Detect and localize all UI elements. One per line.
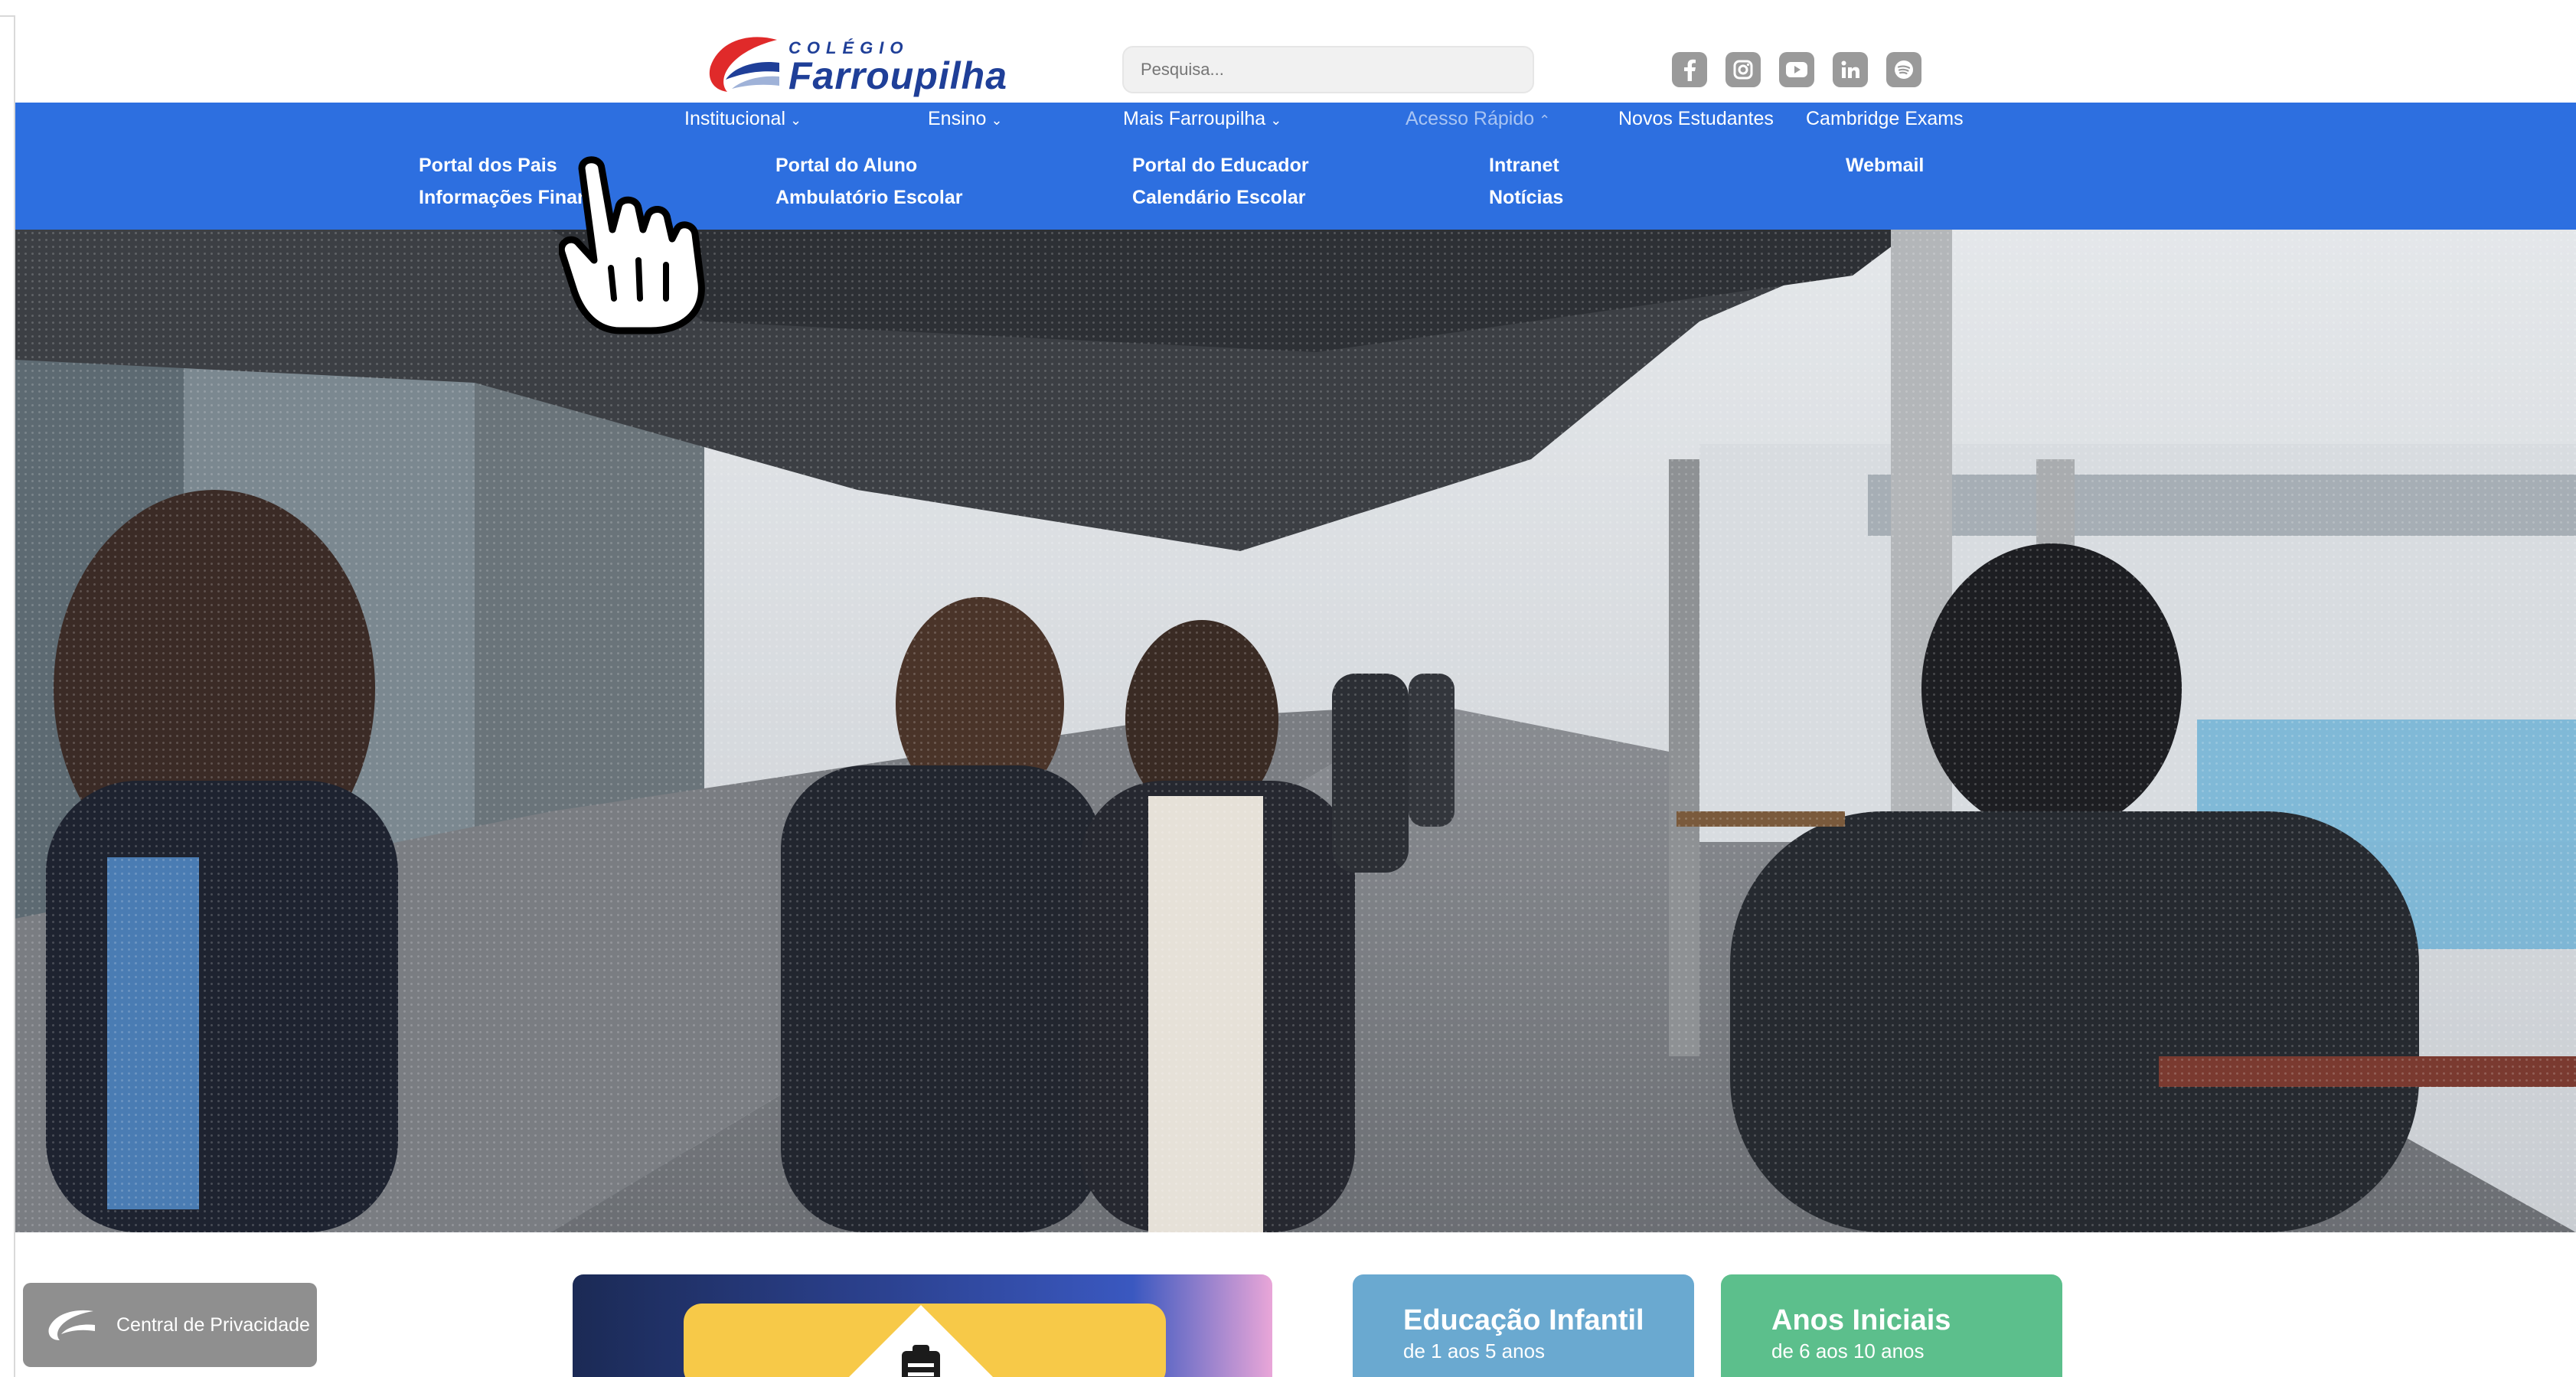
nav-ensino[interactable]: Ensino ⌄: [928, 103, 1003, 135]
link-intranet[interactable]: Intranet: [1489, 155, 1559, 177]
hand-pointer-cursor-icon: [559, 156, 705, 334]
search-input[interactable]: [1122, 46, 1534, 93]
nav-institucional[interactable]: Institucional ⌄: [684, 103, 802, 135]
card-title: Anos Iniciais: [1771, 1304, 1951, 1336]
chevron-down-icon: ⌄: [991, 113, 1003, 128]
linkedin-icon[interactable]: [1833, 52, 1868, 87]
instagram-icon[interactable]: [1725, 52, 1761, 87]
privacy-label: Central de Privacidade: [116, 1313, 310, 1336]
nav-item-label: Ensino: [928, 108, 987, 129]
nav-item-label: Institucional: [684, 108, 786, 129]
privacy-logo-icon: [48, 1310, 95, 1340]
site-header: COLÉGIO Farroupilha: [15, 15, 2576, 103]
logo-swoosh-icon: [709, 37, 779, 92]
nav-novos-estudantes[interactable]: Novos Estudantes: [1618, 103, 1774, 135]
nav-cambridge-exams[interactable]: Cambridge Exams: [1806, 103, 1964, 135]
link-calendario-escolar[interactable]: Calendário Escolar: [1132, 187, 1305, 209]
link-noticias[interactable]: Notícias: [1489, 187, 1563, 209]
clipboard-icon: [902, 1345, 940, 1377]
main-nav: Institucional ⌄ Ensino ⌄ Mais Farroupilha ⌄…: [15, 103, 2576, 135]
facebook-icon[interactable]: [1672, 52, 1707, 87]
link-portal-do-aluno[interactable]: Portal do Aluno: [775, 155, 917, 177]
chevron-down-icon: ⌄: [1270, 113, 1282, 128]
nav-acesso-rapido[interactable]: Acesso Rápido ⌃: [1406, 103, 1550, 135]
nav-mais-farroupilha[interactable]: Mais Farroupilha ⌄: [1123, 103, 1281, 135]
site-logo[interactable]: COLÉGIO Farroupilha: [697, 23, 1007, 100]
privacy-center-button[interactable]: Central de Privacidade: [23, 1283, 317, 1367]
browser-frame-top: [0, 0, 2576, 17]
card-subtitle: de 6 aos 10 anos: [1771, 1339, 1925, 1362]
card-educacao-infantil[interactable]: Educação Infantil de 1 aos 5 anos: [1353, 1274, 1694, 1377]
chevron-down-icon: ⌄: [790, 113, 802, 128]
nav-item-label: Acesso Rápido: [1406, 108, 1535, 129]
card-subtitle: de 1 aos 5 anos: [1403, 1339, 1546, 1362]
chevron-up-icon: ⌃: [1539, 113, 1551, 128]
link-ambulatorio-escolar[interactable]: Ambulatório Escolar: [775, 187, 963, 209]
social-links: [1672, 52, 1921, 87]
logo-title: Farroupilha: [788, 54, 1008, 97]
link-portal-do-educador[interactable]: Portal do Educador: [1132, 155, 1309, 177]
spotify-icon[interactable]: [1886, 52, 1921, 87]
nav-item-label: Cambridge Exams: [1806, 108, 1964, 129]
link-webmail[interactable]: Webmail: [1846, 155, 1924, 177]
card-title: Educação Infantil: [1403, 1304, 1644, 1336]
nav-item-label: Mais Farroupilha: [1123, 108, 1266, 129]
youtube-icon[interactable]: [1779, 52, 1814, 87]
hero-dot-overlay: [15, 230, 2576, 1232]
link-portal-dos-pais[interactable]: Portal dos Pais: [419, 155, 557, 177]
promo-banner[interactable]: [573, 1274, 1272, 1377]
card-anos-iniciais[interactable]: Anos Iniciais de 6 aos 10 anos: [1721, 1274, 2062, 1377]
nav-item-label: Novos Estudantes: [1618, 108, 1774, 129]
hero-video[interactable]: [15, 230, 2576, 1232]
acesso-rapido-dropdown: Portal dos Pais Informações Financ Porta…: [15, 135, 2576, 230]
